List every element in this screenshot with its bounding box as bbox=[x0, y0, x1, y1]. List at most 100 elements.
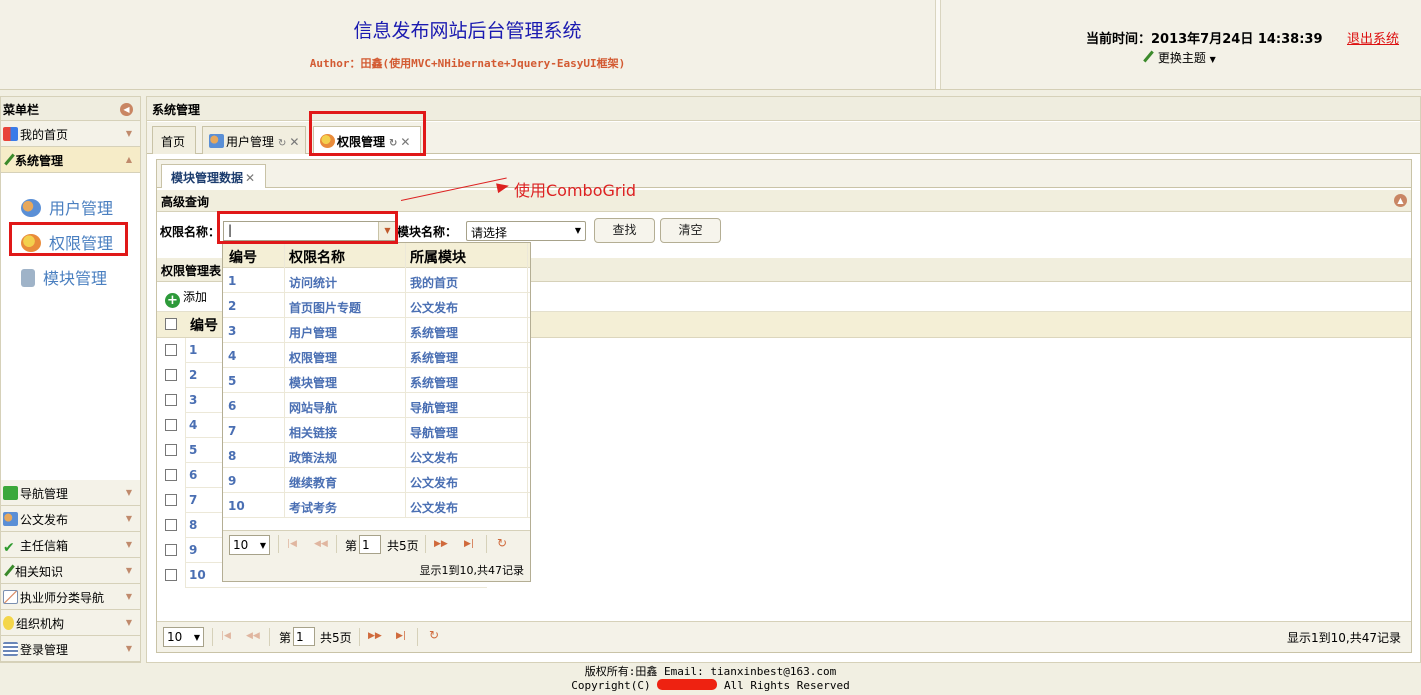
sidebar-item-label: 组织机构 bbox=[16, 617, 65, 631]
combogrid-row[interactable]: 9 继续教育 公文发布 bbox=[223, 468, 530, 493]
page-prefix: 第 bbox=[345, 539, 358, 553]
combogrid-row[interactable]: 7 相关链接 导航管理 bbox=[223, 418, 530, 443]
inner-tab-bar: 模块管理数据 ✕ bbox=[157, 160, 1411, 188]
row-checkbox[interactable] bbox=[165, 419, 177, 431]
combogrid-cell-id: 7 bbox=[228, 424, 237, 438]
sidebar-item-label: 我的首页 bbox=[20, 128, 69, 142]
page-size-value: 10 bbox=[233, 538, 249, 552]
sidebar-item-home[interactable]: 我的首页 ▼ bbox=[1, 121, 140, 147]
row-checkbox[interactable] bbox=[165, 519, 177, 531]
page-size-select[interactable]: 10 ▼ bbox=[163, 627, 204, 647]
add-button[interactable]: + 添加 bbox=[165, 290, 208, 308]
refresh-icon[interactable]: ↻ bbox=[429, 628, 439, 642]
add-icon: + bbox=[165, 293, 180, 308]
clear-button[interactable]: 清空 bbox=[660, 218, 721, 243]
refresh-icon[interactable]: ↻ bbox=[278, 138, 286, 149]
combogrid-cell-module: 公文发布 bbox=[410, 451, 459, 465]
users-icon bbox=[209, 134, 224, 148]
combogrid-row[interactable]: 6 网站导航 导航管理 bbox=[223, 393, 530, 418]
row-id: 2 bbox=[189, 368, 198, 382]
collapse-up-icon[interactable]: ▲ bbox=[1394, 194, 1407, 207]
combogrid-col-name: 权限名称 bbox=[289, 250, 345, 266]
pager-divider bbox=[269, 628, 270, 646]
first-page-icon[interactable]: |◀ bbox=[221, 631, 231, 641]
close-icon[interactable]: ✕ bbox=[289, 135, 299, 149]
page-total: 共5页 bbox=[387, 539, 419, 553]
row-checkbox[interactable] bbox=[165, 569, 177, 581]
pencil-icon bbox=[3, 565, 15, 577]
list-icon bbox=[3, 642, 18, 656]
page-number-input[interactable]: 1 bbox=[293, 627, 315, 646]
chevron-down-icon: ▼ bbox=[125, 540, 132, 549]
row-id: 8 bbox=[189, 518, 198, 532]
search-panel-title: 高级查询 bbox=[161, 195, 210, 209]
pager-divider bbox=[425, 535, 426, 553]
next-page-icon[interactable]: ▶▶ bbox=[434, 539, 448, 549]
map-icon bbox=[3, 486, 18, 500]
combogrid-cell-name: 首页图片专题 bbox=[289, 301, 362, 315]
combogrid-cell-name: 用户管理 bbox=[289, 326, 338, 340]
close-icon[interactable]: ✕ bbox=[245, 171, 255, 185]
sidebar-item-mailbox[interactable]: ✔ 主任信箱 ▼ bbox=[1, 532, 140, 558]
collapse-left-icon[interactable]: ◀ bbox=[120, 103, 133, 116]
sidebar-item-login-management[interactable]: 登录管理 ▼ bbox=[1, 636, 140, 662]
highlight-tab-box bbox=[309, 111, 426, 156]
combogrid-row[interactable]: 3 用户管理 系统管理 bbox=[223, 318, 530, 343]
chevron-down-icon: ▼ bbox=[125, 129, 132, 138]
tab-user-management[interactable]: 用户管理 ↻ ✕ bbox=[202, 126, 306, 154]
combogrid-row[interactable]: 5 模块管理 系统管理 bbox=[223, 368, 530, 393]
logout-link[interactable]: 退出系统 bbox=[1347, 28, 1399, 47]
pager-divider bbox=[336, 535, 337, 553]
combogrid-cell-id: 1 bbox=[228, 274, 237, 288]
combogrid-row[interactable]: 8 政策法规 公文发布 bbox=[223, 443, 530, 468]
row-checkbox[interactable] bbox=[165, 494, 177, 506]
submenu-module-management[interactable]: 模块管理 bbox=[1, 265, 140, 295]
row-checkbox[interactable] bbox=[165, 394, 177, 406]
column-divider bbox=[284, 243, 285, 518]
add-label: 添加 bbox=[183, 290, 208, 304]
row-checkbox[interactable] bbox=[165, 469, 177, 481]
combogrid-annotation: 使用ComboGrid bbox=[514, 181, 637, 200]
sidebar-header: 菜单栏 ◀ bbox=[1, 97, 140, 121]
tab-module-data[interactable]: 模块管理数据 ✕ bbox=[161, 164, 266, 188]
find-button[interactable]: 查找 bbox=[594, 218, 655, 243]
combogrid-page-size-select[interactable]: 10 ▼ bbox=[229, 535, 270, 555]
chevron-down-icon: ▼ bbox=[125, 488, 132, 497]
last-page-icon[interactable]: ▶| bbox=[396, 631, 406, 641]
row-checkbox[interactable] bbox=[165, 344, 177, 356]
module-select-value: 请选择 bbox=[471, 226, 508, 240]
submenu-user-management[interactable]: 用户管理 bbox=[1, 195, 140, 225]
combogrid-row[interactable]: 10 考试考务 公文发布 bbox=[223, 493, 530, 518]
sidebar-item-navigation[interactable]: 导航管理 ▼ bbox=[1, 480, 140, 506]
combogrid-cell-module: 导航管理 bbox=[410, 401, 459, 415]
sidebar-item-organization[interactable]: 组织机构 ▼ bbox=[1, 610, 140, 636]
prev-page-icon[interactable]: ◀◀ bbox=[246, 631, 260, 641]
chevron-down-icon: ▼ bbox=[125, 644, 132, 653]
combogrid-cell-id: 5 bbox=[228, 374, 237, 388]
sidebar-item-documents[interactable]: 公文发布 ▼ bbox=[1, 506, 140, 532]
combogrid-cell-id: 10 bbox=[228, 499, 245, 513]
module-select[interactable]: 请选择 ▼ bbox=[466, 221, 586, 241]
select-all-checkbox[interactable] bbox=[165, 318, 177, 330]
tab-home[interactable]: 首页 bbox=[152, 126, 196, 154]
sidebar-item-system[interactable]: 系统管理 ▲ bbox=[1, 147, 140, 173]
combogrid-row[interactable]: 1 访问统计 我的首页 bbox=[223, 268, 530, 293]
refresh-icon[interactable]: ↻ bbox=[497, 536, 507, 550]
row-checkbox[interactable] bbox=[165, 444, 177, 456]
first-page-icon[interactable]: |◀ bbox=[287, 539, 297, 549]
sidebar-item-knowledge[interactable]: 相关知识 ▼ bbox=[1, 558, 140, 584]
last-page-icon[interactable]: ▶| bbox=[464, 539, 474, 549]
row-checkbox[interactable] bbox=[165, 369, 177, 381]
sidebar-item-practitioner-nav[interactable]: 执业师分类导航 ▼ bbox=[1, 584, 140, 610]
pager-info: 显示1到10,共47记录 bbox=[1287, 631, 1401, 645]
chevron-up-icon: ▲ bbox=[125, 155, 132, 164]
row-checkbox[interactable] bbox=[165, 544, 177, 556]
combogrid-page-input[interactable]: 1 bbox=[359, 535, 381, 554]
header: 信息发布网站后台管理系统 Author：田鑫(使用MVC+NHibernate+… bbox=[0, 0, 1421, 90]
theme-menu[interactable]: 更换主题 ▼ bbox=[1142, 49, 1216, 66]
combogrid-row[interactable]: 2 首页图片专题 公文发布 bbox=[223, 293, 530, 318]
prev-page-icon[interactable]: ◀◀ bbox=[314, 539, 328, 549]
combogrid-row[interactable]: 4 权限管理 系统管理 bbox=[223, 343, 530, 368]
next-page-icon[interactable]: ▶▶ bbox=[368, 631, 382, 641]
pencil-icon bbox=[1142, 51, 1154, 63]
